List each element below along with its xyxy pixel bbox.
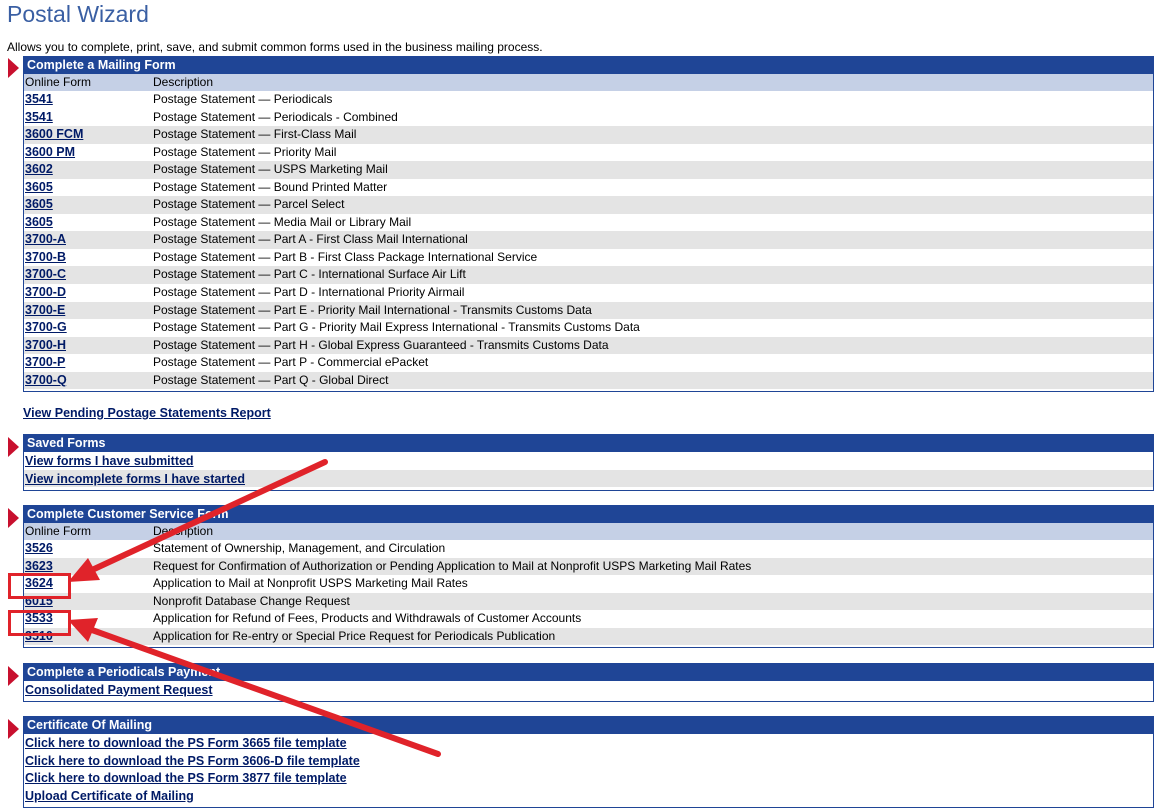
form-description: Postage Statement — Part C - Internation…	[153, 267, 466, 282]
form-description: Postage Statement — Parcel Select	[153, 197, 345, 212]
consolidated-payment-link[interactable]: Consolidated Payment Request	[25, 683, 213, 697]
column-online-form: Online Form	[25, 524, 92, 538]
form-link[interactable]: 3605	[25, 180, 53, 194]
table-row: 3700-P Postage Statement — Part P - Comme…	[24, 354, 1153, 372]
table-row: 3541 Postage Statement — Periodicals - Co…	[24, 109, 1153, 127]
form-link[interactable]: 3623	[25, 559, 53, 573]
periodicals-header: Complete a Periodicals Payment	[24, 664, 1153, 681]
form-description: Postage Statement — Part P - Commercial …	[153, 355, 429, 370]
form-link[interactable]: 3541	[25, 92, 53, 106]
table-row: 3526 Statement of Ownership, Management, …	[24, 540, 1153, 558]
form-link[interactable]: 3700-H	[25, 338, 66, 352]
table-row: 3700-D Postage Statement — Part D - Inter…	[24, 284, 1153, 302]
form-link[interactable]: 3602	[25, 162, 53, 176]
saved-forms-header: Saved Forms	[24, 435, 1153, 452]
form-link[interactable]: 3605	[25, 197, 53, 211]
page-intro: Allows you to complete, print, save, and…	[7, 40, 543, 54]
column-description: Description	[153, 524, 214, 538]
customer-service-panel: Complete Customer Service Form Online Fo…	[23, 505, 1154, 648]
form-description: Statement of Ownership, Management, and …	[153, 541, 446, 555]
form-description: Request for Confirmation of Authorizatio…	[153, 558, 752, 573]
table-row: 3700-A Postage Statement — Part A - First…	[24, 231, 1153, 249]
certificate-header: Certificate Of Mailing	[24, 717, 1153, 734]
form-link[interactable]: 3700-A	[25, 232, 66, 246]
form-description: Postage Statement — Part Q - Global Dire…	[153, 372, 389, 387]
table-row: 3602 Postage Statement — USPS Marketing M…	[24, 161, 1153, 179]
table-row: 6015 Nonprofit Database Change Request	[24, 592, 1153, 611]
section-marker-icon	[8, 437, 19, 457]
table-row: 3700-H Postage Statement — Part H - Globa…	[24, 336, 1153, 355]
form-link[interactable]: 3600 PM	[25, 145, 75, 159]
form-description: Postage Statement — Part G - Priority Ma…	[153, 320, 640, 335]
form-description: Postage Statement — Part D - Internation…	[153, 285, 465, 300]
form-description: Postage Statement — Periodicals	[153, 92, 333, 106]
section-marker-icon	[8, 58, 19, 78]
form-link[interactable]: 3700-B	[25, 250, 66, 264]
table-row: 3700-C Postage Statement — Part C - Inter…	[24, 266, 1153, 285]
periodicals-panel: Complete a Periodicals Payment Consolida…	[23, 663, 1154, 702]
table-row: 3541 Postage Statement — Periodicals	[24, 91, 1153, 109]
form-link[interactable]: 3700-C	[25, 267, 66, 281]
download-3606d-link[interactable]: Click here to download the PS Form 3606-…	[25, 754, 360, 768]
form-description: Application for Refund of Fees, Products…	[153, 611, 582, 626]
column-online-form: Online Form	[25, 75, 92, 89]
table-row: 3605 Postage Statement — Parcel Select	[24, 196, 1153, 214]
table-row: 3623 Request for Confirmation of Authoriz…	[24, 557, 1153, 576]
column-description: Description	[153, 75, 214, 89]
table-row: 3600 PM Postage Statement — Priority Mail	[24, 144, 1153, 162]
form-link[interactable]: 3541	[25, 110, 53, 124]
table-row: 3700-G Postage Statement — Part G - Prior…	[24, 319, 1153, 337]
view-incomplete-forms-link[interactable]: View incomplete forms I have started	[25, 472, 245, 486]
form-description: Postage Statement — Media Mail or Librar…	[153, 214, 412, 229]
mailing-form-column-header: Online Form Description	[24, 74, 1153, 91]
upload-certificate-link[interactable]: Upload Certificate of Mailing	[25, 789, 194, 803]
form-link[interactable]: 3700-Q	[25, 373, 67, 387]
table-row: 3700-B Postage Statement — Part B - First…	[24, 249, 1153, 267]
form-link[interactable]: 3605	[25, 215, 53, 229]
download-3877-link[interactable]: Click here to download the PS Form 3877 …	[25, 771, 347, 785]
view-submitted-forms-link[interactable]: View forms I have submitted	[25, 454, 194, 468]
form-link[interactable]: 3700-E	[25, 303, 65, 317]
view-pending-report-link[interactable]: View Pending Postage Statements Report	[23, 406, 271, 420]
form-description: Postage Statement — Part B - First Class…	[153, 249, 538, 264]
section-marker-icon	[8, 508, 19, 528]
highlight-box-3624	[8, 573, 71, 599]
form-description: Nonprofit Database Change Request	[153, 593, 350, 608]
section-marker-icon	[8, 666, 19, 686]
section-marker-icon	[8, 719, 19, 739]
mailing-form-panel: Complete a Mailing Form Online Form Desc…	[23, 56, 1154, 392]
form-description: Postage Statement — First-Class Mail	[153, 127, 357, 142]
form-description: Application for Re-entry or Special Pric…	[153, 628, 556, 643]
saved-forms-panel: Saved Forms View forms I have submitted …	[23, 434, 1154, 491]
table-row: 3510 Application for Re-entry or Special …	[24, 627, 1153, 646]
form-description: Postage Statement — Bound Printed Matter	[153, 179, 388, 194]
form-description: Postage Statement — Priority Mail	[153, 144, 337, 159]
form-description: Postage Statement — USPS Marketing Mail	[153, 162, 388, 177]
form-description: Postage Statement — Periodicals - Combin…	[153, 109, 398, 124]
certificate-panel: Certificate Of Mailing Click here to dow…	[23, 716, 1154, 808]
customer-service-column-header: Online Form Description	[24, 523, 1153, 540]
form-description: Postage Statement — Part E - Priority Ma…	[153, 302, 592, 317]
table-row: 3605 Postage Statement — Bound Printed Ma…	[24, 179, 1153, 197]
form-description: Postage Statement — Part H - Global Expr…	[153, 337, 609, 352]
form-link[interactable]: 3526	[25, 541, 53, 555]
form-link[interactable]: 3700-P	[25, 355, 65, 369]
download-3665-link[interactable]: Click here to download the PS Form 3665 …	[25, 736, 347, 750]
highlight-box-3533	[8, 610, 71, 636]
form-link[interactable]: 3700-D	[25, 285, 66, 299]
table-row: 3700-E Postage Statement — Part E - Prior…	[24, 301, 1153, 320]
form-description: Application to Mail at Nonprofit USPS Ma…	[153, 576, 468, 591]
form-link[interactable]: 3600 FCM	[25, 127, 83, 141]
form-description: Postage Statement — Part A - First Class…	[153, 232, 468, 247]
table-row: 3700-Q Postage Statement — Part Q - Globa…	[24, 371, 1153, 390]
form-link[interactable]: 3700-G	[25, 320, 67, 334]
table-row: 3624 Application to Mail at Nonprofit USP…	[24, 575, 1153, 593]
page-title: Postal Wizard	[7, 1, 149, 27]
customer-service-header: Complete Customer Service Form	[24, 506, 1153, 523]
table-row: 3605 Postage Statement — Media Mail or Li…	[24, 214, 1153, 232]
mailing-form-header: Complete a Mailing Form	[24, 57, 1153, 74]
table-row: 3533 Application for Refund of Fees, Prod…	[24, 610, 1153, 628]
table-row: 3600 FCM Postage Statement — First-Class …	[24, 126, 1153, 144]
